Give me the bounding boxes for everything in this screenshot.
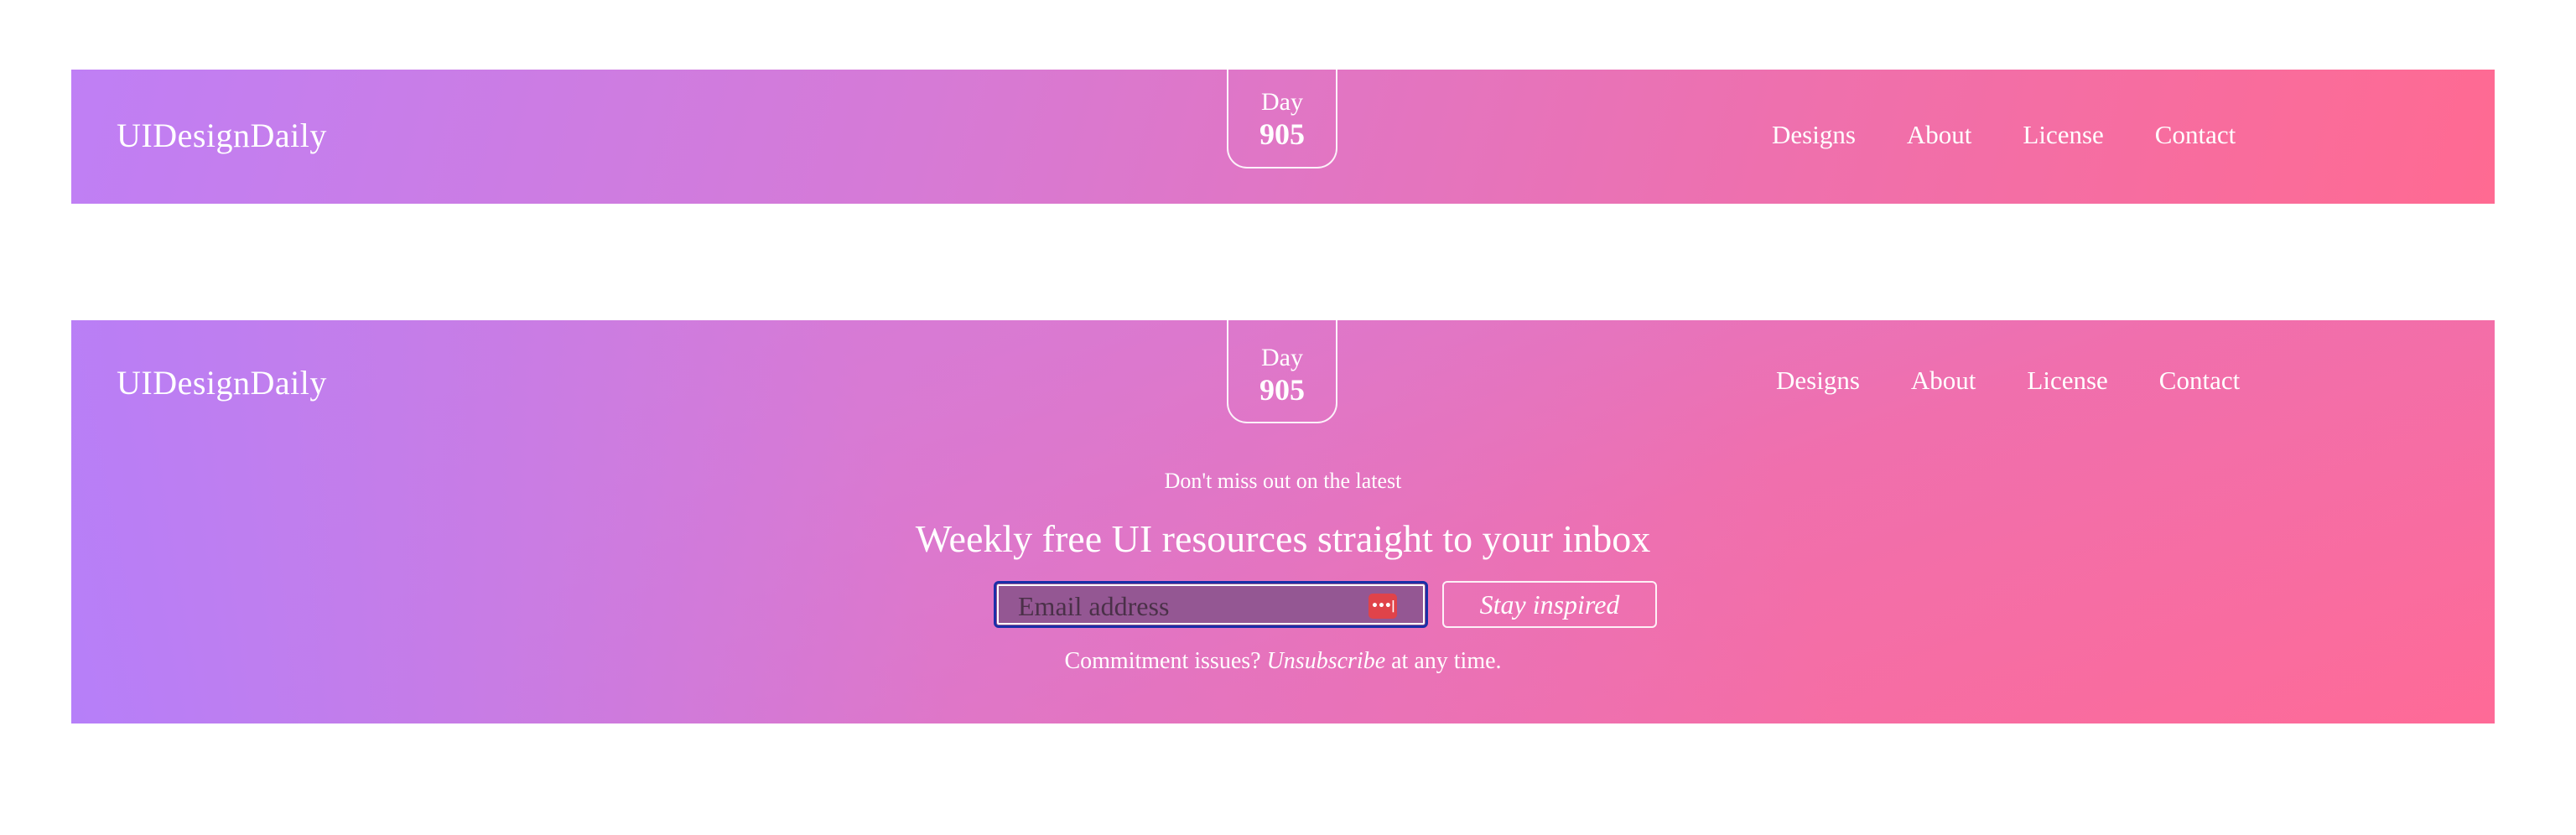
nav-contact[interactable]: Contact: [2159, 366, 2240, 396]
header-expanded: UIDesignDaily Day 905 Designs About Lice…: [71, 320, 2495, 723]
day-number: 905: [1259, 372, 1305, 407]
nav-license[interactable]: License: [2027, 366, 2107, 396]
main-nav: Designs About License Contact: [1776, 366, 2240, 396]
day-label: Day: [1261, 88, 1303, 116]
subscribe-button[interactable]: Stay inspired: [1442, 581, 1657, 628]
fineprint-tail: at any time.: [1391, 648, 1502, 674]
fineprint-lead: Commitment issues?: [1064, 648, 1261, 674]
unsubscribe-link[interactable]: Unsubscribe: [1267, 648, 1386, 674]
email-field-wrapper: •••|: [994, 581, 1428, 628]
header-compact: UIDesignDaily Day 905 Designs About Lice…: [71, 70, 2495, 204]
nav-about[interactable]: About: [1911, 366, 1976, 396]
nav-designs[interactable]: Designs: [1772, 120, 1856, 150]
nav-contact[interactable]: Contact: [2155, 120, 2236, 150]
main-nav: Designs About License Contact: [1772, 120, 2236, 150]
newsletter-form: •••| Stay inspired: [994, 581, 1657, 628]
newsletter-kicker: Don't miss out on the latest: [1164, 469, 1402, 493]
nav-designs[interactable]: Designs: [1776, 366, 1860, 396]
nav-about[interactable]: About: [1907, 120, 1972, 150]
day-number: 905: [1259, 117, 1305, 151]
newsletter-headline: Weekly free UI resources straight to you…: [915, 517, 1651, 560]
day-label: Day: [1261, 344, 1303, 371]
day-counter-badge: Day 905: [1227, 320, 1337, 423]
unsubscribe-note: Commitment issues? Unsubscribe at any ti…: [71, 648, 2495, 675]
email-input[interactable]: [996, 583, 1426, 625]
password-manager-icon[interactable]: •••|: [1368, 594, 1397, 619]
site-logo[interactable]: UIDesignDaily: [117, 363, 327, 402]
day-counter-badge: Day 905: [1227, 70, 1337, 169]
site-logo[interactable]: UIDesignDaily: [117, 116, 327, 155]
nav-license[interactable]: License: [2023, 120, 2103, 150]
